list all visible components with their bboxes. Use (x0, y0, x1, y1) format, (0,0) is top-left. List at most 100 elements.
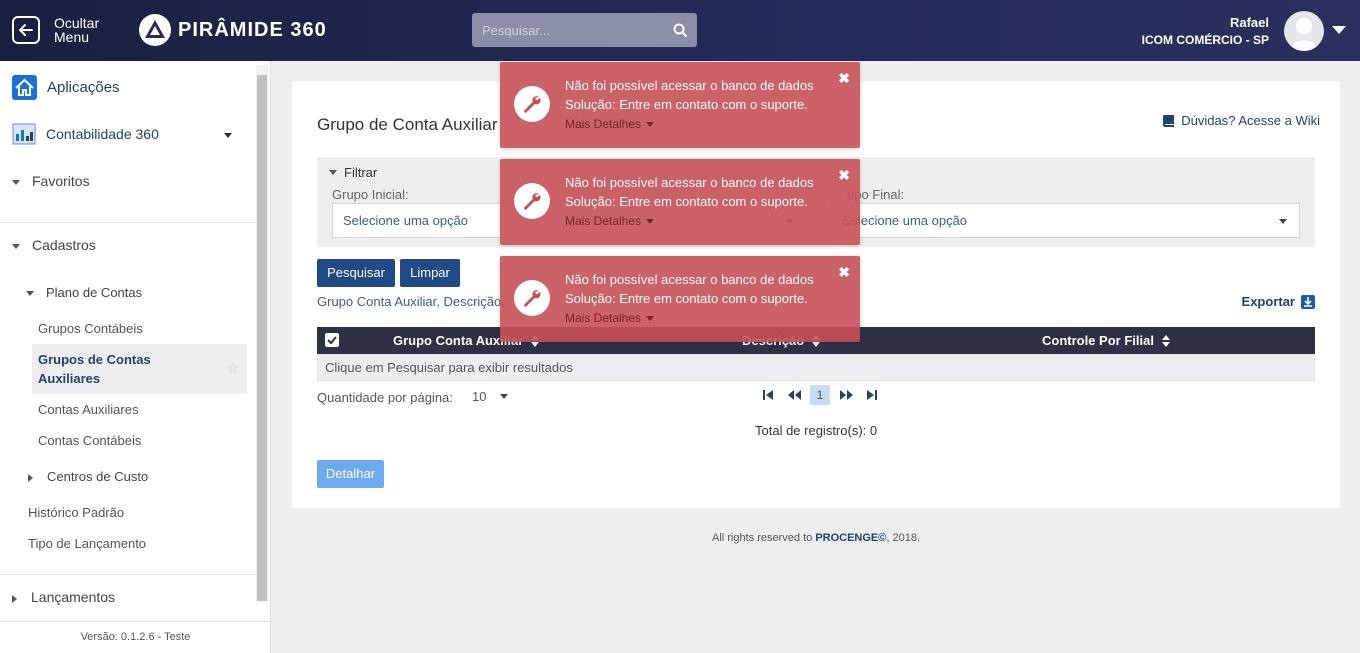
sidebar-item-plano-de-contas[interactable]: Plano de Contas (26, 285, 142, 300)
sidebar-item-label: Centros de Custo (47, 469, 149, 484)
per-page-label: Quantidade por página: (317, 390, 453, 405)
sidebar-item-aplicacoes[interactable]: Aplicações (12, 75, 120, 100)
last-page-icon (867, 390, 877, 400)
chevron-down-icon (224, 133, 232, 138)
page-button-current[interactable]: 1 (810, 385, 830, 405)
first-page-icon (763, 390, 773, 400)
next-page-button[interactable] (836, 385, 856, 405)
toast-solution: Solução: Entre em contato com o suporte. (565, 194, 808, 209)
grupo-inicial-label: Grupo Inicial: (332, 187, 409, 202)
book-icon (1163, 114, 1175, 127)
sidebar: Aplicações Contabilidade 360 Favoritos C… (0, 61, 271, 653)
chart-building-icon (12, 123, 36, 145)
chevron-down-icon (500, 394, 509, 399)
toast-details-label: Mais Detalhes (565, 311, 642, 325)
toast-solution: Solução: Entre em contato com o suporte. (565, 97, 808, 112)
rewind-icon (787, 390, 801, 400)
prev-page-button[interactable] (784, 385, 804, 405)
detail-button[interactable]: Detalhar (317, 460, 384, 488)
user-menu-chevron-down-icon[interactable] (1332, 26, 1346, 35)
avatar[interactable] (1284, 11, 1324, 51)
user-name[interactable]: Rafael (1230, 15, 1269, 30)
hide-menu-icon[interactable] (12, 16, 40, 44)
chevron-down-icon (12, 180, 20, 186)
search-icon[interactable] (673, 23, 687, 37)
per-page-value: 10 (472, 389, 487, 404)
toast-details-toggle[interactable]: Mais Detalhes (565, 117, 655, 131)
empty-results-row: Clique em Pesquisar para exibir resultad… (317, 354, 1315, 381)
last-page-button[interactable] (862, 385, 882, 405)
toast-details-label: Mais Detalhes (565, 214, 642, 228)
sidebar-item-grupos-contas-auxiliares[interactable]: Grupos de Contas Auxiliares ☆ (32, 344, 247, 394)
chevron-down-icon (646, 218, 655, 224)
download-icon (1301, 294, 1315, 309)
search-box (472, 13, 697, 47)
chevron-down-icon (12, 244, 20, 250)
sidebar-item-label: Plano de Contas (46, 285, 143, 300)
select-all-checkbox[interactable] (325, 333, 339, 347)
user-avatar-icon (1289, 18, 1319, 51)
grupo-final-select[interactable]: Selecione uma opção (831, 203, 1300, 238)
sidebar-item-historico-padrao[interactable]: Histórico Padrão (28, 505, 124, 520)
favorite-star-icon[interactable]: ☆ (226, 360, 239, 377)
sidebar-item-tipo-lancamento[interactable]: Tipo de Lançamento (28, 536, 146, 551)
sidebar-item-label: Cadastros (32, 237, 96, 253)
error-toast: Não foi possível acessar o banco de dado… (500, 62, 860, 148)
close-icon[interactable]: ✖ (838, 167, 850, 184)
toast-solution: Solução: Entre em contato com o suporte. (565, 291, 808, 306)
footer: All rights reserved to PROCENGE©, 2018. (292, 532, 1340, 544)
sidebar-item-favoritos[interactable]: Favoritos (12, 173, 90, 189)
search-input[interactable] (472, 13, 662, 47)
clear-button[interactable]: Limpar (400, 259, 460, 287)
chevron-right-icon (12, 594, 17, 603)
grupo-final-value: Selecione uma opção (842, 213, 968, 228)
version-label: Versão: 0.1.2.6 - Teste (0, 621, 271, 653)
sidebar-item-grupos-contabeis[interactable]: Grupos Contábeis (38, 321, 143, 336)
chevron-right-icon (28, 473, 33, 482)
sort-icon (1161, 334, 1170, 347)
sidebar-item-cadastros[interactable]: Cadastros (12, 237, 96, 253)
export-label: Exportar (1241, 294, 1295, 309)
toast-details-toggle[interactable]: Mais Detalhes (565, 311, 655, 325)
page-title: Grupo de Conta Auxiliar (317, 115, 498, 134)
sidebar-item-contas-auxiliares[interactable]: Contas Auxiliares (38, 402, 138, 417)
footer-prefix: All rights reserved to (711, 532, 816, 544)
home-icon (12, 75, 37, 100)
toast-message: Não foi possível acessar o banco de dado… (565, 175, 814, 190)
sidebar-item-contas-contabeis[interactable]: Contas Contábeis (38, 433, 141, 448)
footer-company-link[interactable]: PROCENGE© (815, 532, 886, 544)
sidebar-item-label: Aplicações (47, 79, 120, 96)
sidebar-item-centros-de-custo[interactable]: Centros de Custo (28, 469, 148, 484)
sidebar-item-label: Favoritos (32, 173, 90, 189)
filter-toggle[interactable]: Filtrar (329, 165, 377, 180)
pagination: 1 (758, 385, 888, 405)
error-toast: Não foi possível acessar o banco de dado… (500, 256, 860, 342)
wrench-icon (514, 183, 550, 219)
hide-menu-label-line1: Ocultar (54, 15, 100, 31)
toast-message: Não foi possível acessar o banco de dado… (565, 78, 814, 93)
sidebar-item-label: Lançamentos (31, 589, 116, 605)
wiki-link[interactable]: Dúvidas? Acesse a Wiki (1162, 113, 1320, 128)
close-icon[interactable]: ✖ (838, 264, 850, 281)
chevron-down-icon (26, 291, 34, 297)
per-page-select[interactable]: 10 (472, 389, 509, 404)
sidebar-item-contabilidade[interactable]: Contabilidade 360 (12, 123, 242, 145)
toast-details-label: Mais Detalhes (565, 117, 642, 131)
sidebar-item-lancamentos[interactable]: Lançamentos (12, 589, 115, 605)
user-company[interactable]: ICOM COMÉRCIO - SP (1142, 33, 1269, 47)
first-page-button[interactable] (758, 385, 778, 405)
columns-link[interactable]: Grupo Conta Auxiliar, Descrição, (317, 294, 505, 309)
hide-menu-button[interactable]: Ocultar Menu (54, 16, 99, 44)
grupo-inicial-value: Selecione uma opção (343, 213, 469, 228)
export-button[interactable]: Exportar (1242, 294, 1315, 309)
column-header-controle-filial[interactable]: Controle Por Filial (1042, 333, 1170, 348)
divider (0, 222, 256, 223)
sidebar-scrollbar[interactable] (256, 65, 268, 601)
toast-details-toggle[interactable]: Mais Detalhes (565, 214, 655, 228)
scrollbar-thumb[interactable] (257, 75, 267, 601)
wrench-icon (514, 86, 550, 122)
chevron-down-icon (646, 315, 655, 321)
close-icon[interactable]: ✖ (838, 70, 850, 87)
sidebar-item-label-line1: Grupos de Contas (38, 352, 151, 367)
search-button[interactable]: Pesquisar (317, 259, 395, 287)
